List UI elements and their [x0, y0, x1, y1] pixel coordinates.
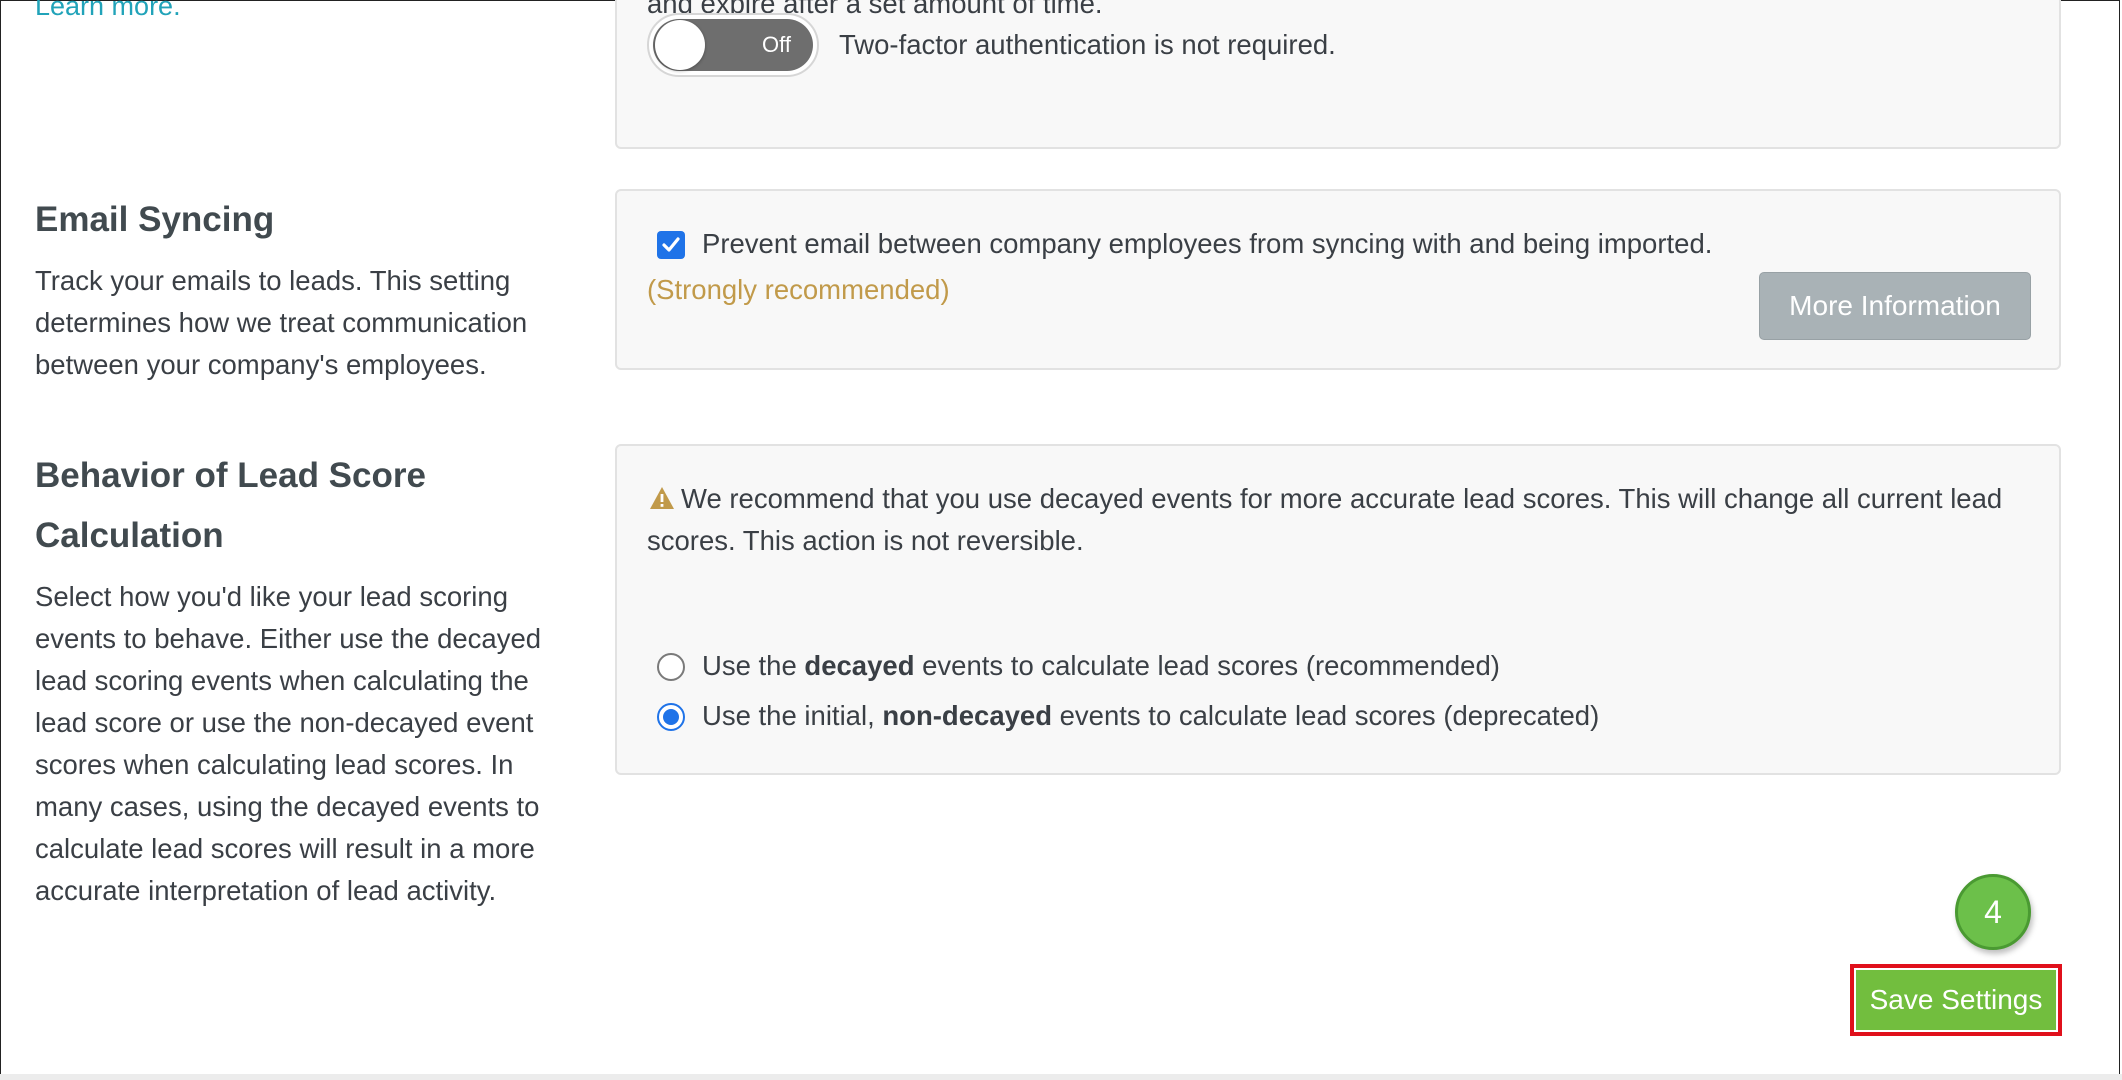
toggle-track: Off	[653, 19, 813, 71]
prevent-email-sync-checkbox[interactable]	[657, 231, 685, 259]
option-suffix: events to calculate lead scores (recomme…	[914, 650, 1500, 681]
more-information-button[interactable]: More Information	[1759, 272, 2031, 340]
settings-page: Learn more. and expire after a set amoun…	[0, 0, 2120, 1078]
lead-score-description: Select how you'd like your lead scoring …	[35, 581, 542, 906]
toggle-knob	[655, 20, 705, 70]
radio-decayed-label[interactable]: Use the decayed events to calculate lead…	[702, 645, 1500, 687]
prevent-email-sync-label[interactable]: Prevent email between company employees …	[702, 223, 1712, 265]
strongly-recommended-note: (Strongly recommended)	[647, 274, 950, 305]
radio-non-decayed-events[interactable]	[657, 703, 685, 731]
lead-score-warning: We recommend that you use decayed events…	[647, 483, 2003, 556]
two-factor-status: Two-factor authentication is not require…	[839, 29, 1336, 60]
option-suffix: events to calculate lead scores (depreca…	[1052, 700, 1600, 731]
checkmark-icon	[662, 237, 680, 252]
two-factor-toggle[interactable]: Off	[647, 13, 819, 77]
two-factor-panel: and expire after a set amount of time. O…	[615, 0, 2061, 149]
lead-score-title: Behavior of Lead Score Calculation	[35, 456, 426, 555]
option-bold: non-decayed	[882, 700, 1052, 731]
save-settings-button[interactable]: Save Settings	[1856, 970, 2056, 1030]
toggle-state-label: Off	[762, 32, 791, 57]
lead-score-panel: We recommend that you use decayed events…	[615, 444, 2061, 775]
email-syncing-panel: Prevent email between company employees …	[615, 189, 2061, 370]
option-prefix: Use the	[702, 650, 805, 681]
learn-more-link[interactable]: Learn more.	[35, 0, 181, 23]
option-bold: decayed	[804, 650, 915, 681]
email-syncing-title: Email Syncing	[35, 200, 275, 239]
option-prefix: Use the initial,	[702, 700, 883, 731]
radio-decayed-events[interactable]	[657, 653, 685, 681]
step-number-badge: 4	[1955, 874, 2031, 950]
radio-non-decayed-label[interactable]: Use the initial, non-decayed events to c…	[702, 695, 1599, 737]
page-bottom-edge	[0, 1074, 2122, 1080]
email-syncing-description: Track your emails to leads. This setting…	[35, 265, 528, 380]
